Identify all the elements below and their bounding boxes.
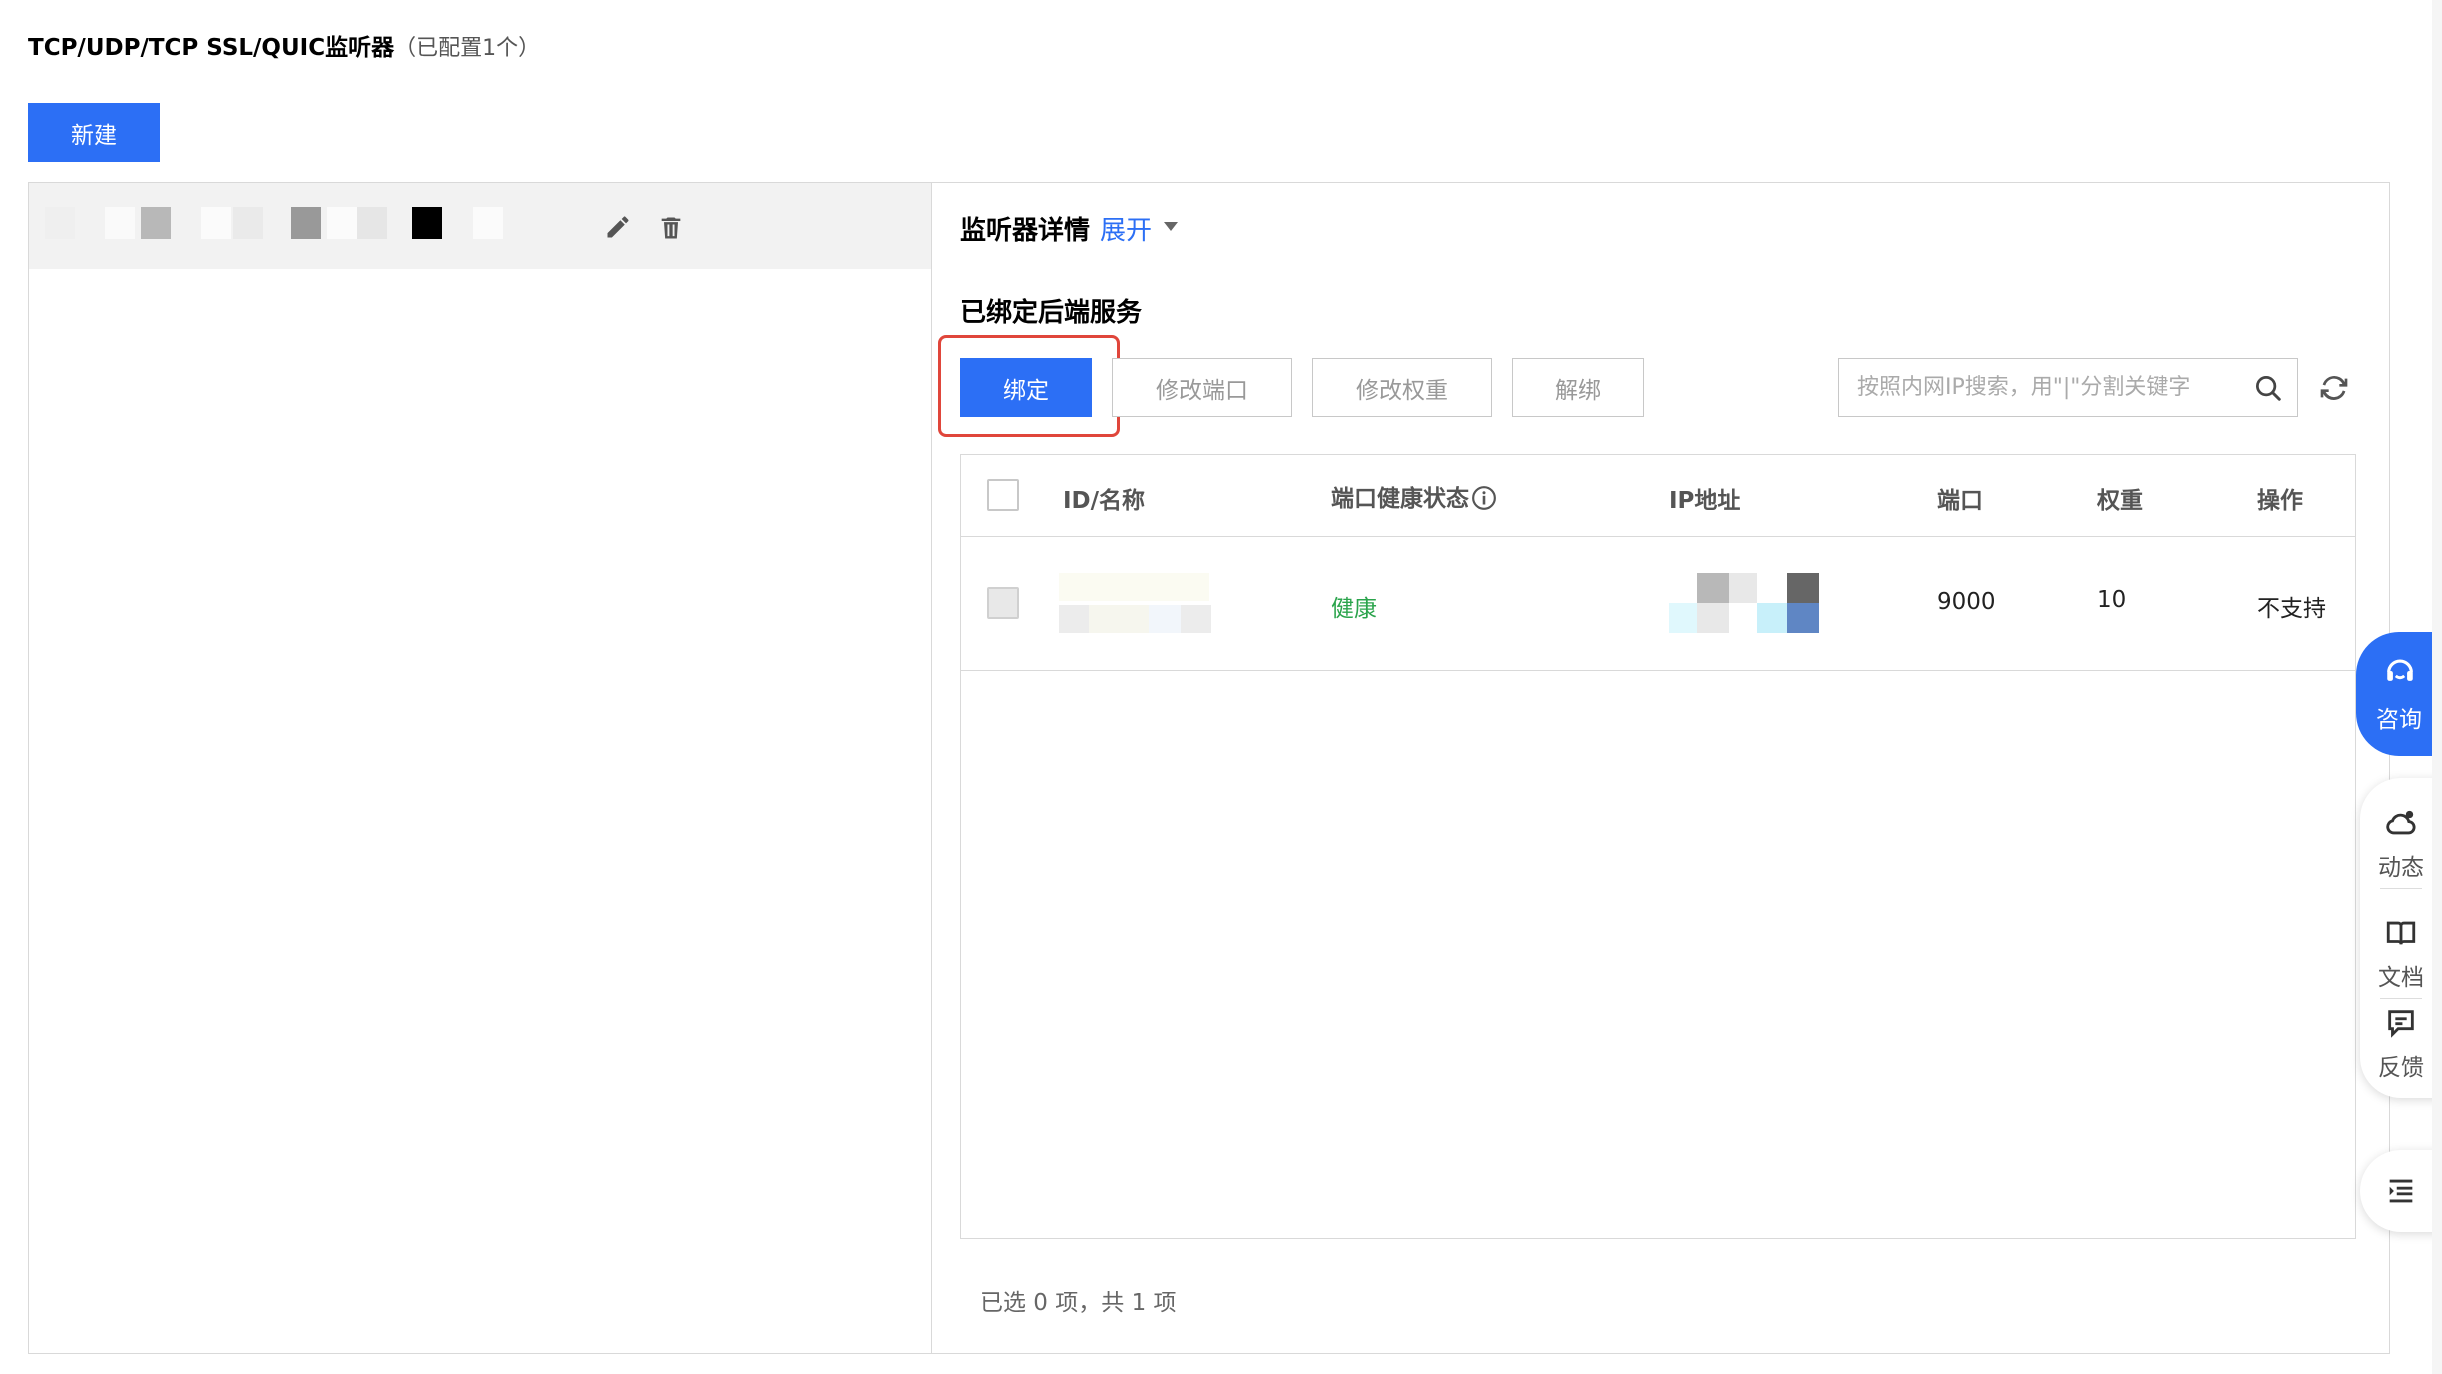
redacted-name-block xyxy=(327,207,357,239)
book-icon xyxy=(2386,921,2416,945)
page-title: TCP/UDP/TCP SSL/QUIC监听器（已配置1个） xyxy=(28,28,540,62)
redacted-name-block xyxy=(141,207,171,239)
cloud-icon xyxy=(2386,810,2416,835)
redacted-name-block xyxy=(412,207,442,239)
page-title-text: TCP/UDP/TCP SSL/QUIC监听器 xyxy=(28,35,395,61)
redacted-name-block xyxy=(357,207,387,239)
redacted-name-block xyxy=(201,207,231,239)
row-checkbox xyxy=(987,587,1019,619)
redacted-name-block xyxy=(233,207,263,239)
float-tool-panel: 动态 文档 反馈 xyxy=(2360,778,2442,1098)
action-value: 不支持 xyxy=(2257,596,2326,622)
menu-icon xyxy=(2389,1179,2413,1203)
bind-button[interactable]: 绑定 xyxy=(960,358,1092,417)
headset-icon xyxy=(2387,659,2413,681)
trash-icon[interactable] xyxy=(657,213,685,243)
message-icon xyxy=(2388,1010,2414,1038)
listener-count: （已配置1个） xyxy=(394,36,541,61)
bound-backend-title: 已绑定后端服务 xyxy=(960,298,1143,328)
port-value: 9000 xyxy=(1937,589,1996,615)
redacted-name-block xyxy=(291,207,321,239)
column-action: 操作 xyxy=(2257,488,2303,514)
column-health-status-label: 端口健康状态 xyxy=(1331,486,1469,512)
unbind-button[interactable]: 解绑 xyxy=(1512,358,1644,417)
dynamic-label: 动态 xyxy=(2378,855,2424,881)
consult-button[interactable]: 咨询 xyxy=(2356,632,2442,756)
listener-detail-title: 监听器详情 xyxy=(960,216,1091,246)
divider xyxy=(2380,888,2422,889)
column-health-status: 端口健康状态 xyxy=(1331,479,1497,513)
column-port: 端口 xyxy=(1937,488,1983,514)
search-box xyxy=(1838,358,2298,417)
caret-down-icon[interactable] xyxy=(1164,222,1178,231)
health-status: 健康 xyxy=(1331,596,1377,622)
redacted-name-block xyxy=(105,207,135,239)
select-all-checkbox[interactable] xyxy=(987,479,1019,511)
modify-weight-button[interactable]: 修改权重 xyxy=(1312,358,1492,417)
redacted-name-block xyxy=(45,207,75,239)
refresh-icon[interactable] xyxy=(2318,372,2350,404)
column-ip-address: IP地址 xyxy=(1669,488,1741,514)
expand-link[interactable]: 展开 xyxy=(1100,210,1152,247)
menu-toggle-button[interactable] xyxy=(2360,1150,2442,1232)
docs-button[interactable]: 文档 xyxy=(2360,898,2442,998)
docs-label: 文档 xyxy=(2378,965,2424,991)
selection-summary: 已选 0 项，共 1 项 xyxy=(980,1290,1177,1316)
new-button[interactable]: 新建 xyxy=(28,103,160,162)
weight-value: 10 xyxy=(2097,587,2127,613)
modify-port-button[interactable]: 修改端口 xyxy=(1112,358,1292,417)
redacted-name-block xyxy=(473,207,503,239)
table-header: ID/名称 端口健康状态 IP地址 端口 权重 操作 xyxy=(961,455,2355,537)
edit-icon[interactable] xyxy=(604,213,632,241)
consult-label: 咨询 xyxy=(2376,707,2422,733)
listener-list-item[interactable] xyxy=(29,183,931,269)
info-icon[interactable] xyxy=(1471,485,1497,511)
backend-table: ID/名称 端口健康状态 IP地址 端口 权重 操作 健康 9000 10 不支… xyxy=(960,454,2356,1239)
search-icon[interactable] xyxy=(2253,373,2283,403)
column-id-name: ID/名称 xyxy=(1063,488,1146,514)
feedback-label: 反馈 xyxy=(2378,1055,2424,1081)
table-row: 健康 9000 10 不支持 xyxy=(961,537,2355,671)
listener-list-panel xyxy=(29,183,932,1353)
column-weight: 权重 xyxy=(2097,488,2143,514)
dynamic-button[interactable]: 动态 xyxy=(2360,788,2442,888)
page-scrollbar[interactable] xyxy=(2432,0,2442,1374)
feedback-button[interactable]: 反馈 xyxy=(2360,988,2442,1088)
search-input[interactable] xyxy=(1857,359,2237,416)
